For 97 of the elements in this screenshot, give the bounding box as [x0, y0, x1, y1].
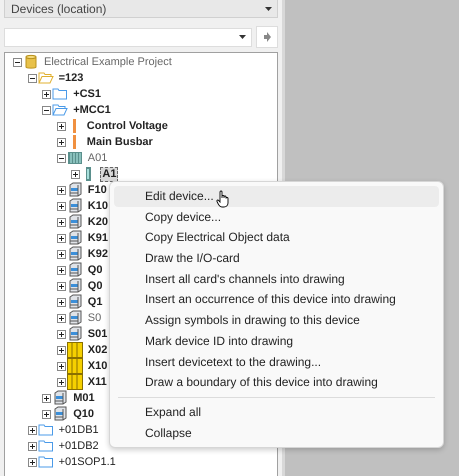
folder-icon	[38, 454, 54, 470]
device-icon	[66, 262, 83, 278]
terminal-icon	[66, 342, 83, 358]
tree-item[interactable]: Q1	[86, 294, 104, 310]
collapse-icon[interactable]	[42, 106, 52, 114]
tree-item[interactable]: K20	[86, 214, 110, 230]
expand-icon[interactable]	[56, 282, 66, 290]
device-icon	[66, 230, 83, 246]
search-field[interactable]	[4, 28, 252, 46]
expand-icon[interactable]	[56, 314, 66, 322]
device-icon	[66, 278, 83, 294]
expand-icon[interactable]	[71, 170, 80, 178]
device-icon	[66, 326, 83, 342]
arrow-right-icon	[264, 32, 270, 42]
expand-icon[interactable]	[42, 90, 52, 98]
tree-item[interactable]: X11	[86, 374, 109, 390]
menu-item[interactable]: Insert an occurrence of this device into drawing	[114, 289, 439, 310]
expand-icon[interactable]	[56, 298, 66, 306]
tree-item[interactable]: K91	[86, 230, 110, 246]
collapse-icon[interactable]	[13, 58, 22, 66]
expand-icon[interactable]	[56, 362, 66, 370]
caret-icon	[239, 35, 246, 39]
tree-item[interactable]: Electrical Example Project	[42, 54, 174, 70]
device-icon	[66, 214, 83, 230]
expand-icon[interactable]	[56, 266, 66, 274]
folder-icon	[38, 70, 54, 86]
folder-icon	[52, 86, 68, 102]
tree-item[interactable]: Q0	[86, 262, 104, 278]
device-icon	[52, 390, 68, 406]
tree-item[interactable]: F10	[86, 182, 109, 198]
folder-icon	[38, 438, 54, 454]
device-icon	[66, 198, 83, 214]
expand-icon[interactable]	[56, 378, 66, 386]
menu-item[interactable]: Mark device ID into drawing	[114, 330, 439, 352]
terminal-icon	[66, 374, 83, 390]
menu-item[interactable]: Copy Electrical Object data	[114, 227, 439, 248]
menu-item[interactable]: Draw a boundary of this device into drawing	[114, 372, 439, 393]
device-icon	[66, 182, 83, 198]
bar-icon	[72, 119, 76, 133]
expand-icon[interactable]	[56, 186, 66, 194]
tree-item[interactable]: +CS1	[71, 86, 104, 102]
device-icon	[66, 294, 83, 310]
expand-icon[interactable]	[56, 122, 66, 130]
device-icon	[52, 406, 68, 422]
go-button[interactable]	[256, 26, 278, 48]
menu-item[interactable]: Expand all	[114, 402, 439, 423]
tree-item[interactable]: X02	[86, 342, 110, 358]
tree-item[interactable]: Control Voltage	[84, 118, 170, 134]
expand-icon[interactable]	[28, 442, 37, 450]
tree-item[interactable]: Q10	[71, 406, 96, 422]
folder-icon	[52, 102, 68, 118]
menu-item[interactable]: Insert all card's channels into drawing	[114, 268, 439, 290]
device-icon	[66, 310, 83, 326]
expand-icon[interactable]	[56, 250, 66, 258]
database-icon	[23, 54, 39, 70]
tree-item[interactable]: S01	[86, 326, 110, 342]
expand-icon[interactable]	[56, 330, 66, 338]
tree-item[interactable]: Q0	[86, 278, 104, 294]
folder-icon	[38, 422, 54, 438]
expand-icon[interactable]	[56, 346, 66, 354]
tree-item[interactable]: +MCC1	[71, 102, 113, 118]
card-icon	[86, 167, 92, 181]
tree-item[interactable]: +01SOP1.1	[56, 454, 118, 470]
tree-item[interactable]: =123	[56, 70, 86, 86]
expand-icon[interactable]	[56, 138, 66, 146]
expand-icon[interactable]	[56, 234, 66, 242]
expand-icon[interactable]	[56, 218, 66, 226]
menu-item[interactable]: Draw the I/O-card	[114, 248, 439, 269]
menu-item[interactable]: Edit device...	[114, 186, 439, 207]
menu-item[interactable]: Insert devicetext to the drawing...	[114, 352, 439, 372]
bar-icon	[72, 135, 76, 149]
tree-item[interactable]: A1	[100, 166, 118, 182]
rack-icon	[66, 150, 83, 166]
hand-cursor-icon	[216, 190, 230, 208]
expand-icon[interactable]	[42, 394, 52, 402]
tree-item[interactable]: K10	[86, 198, 110, 214]
expand-icon[interactable]	[56, 202, 66, 210]
view-dropdown[interactable]: Devices (location)	[4, 0, 278, 18]
tree-item[interactable]: S0	[86, 310, 104, 326]
expand-icon[interactable]	[28, 458, 37, 466]
tree-item[interactable]: M01	[71, 390, 97, 406]
tree-item[interactable]: X10	[86, 358, 110, 374]
menu-item[interactable]: Assign symbols in drawing to this device	[114, 310, 439, 331]
menu-item[interactable]: Copy device...	[114, 206, 439, 228]
tree-item[interactable]: Main Busbar	[84, 134, 155, 150]
tree-item[interactable]: +01DB1	[56, 422, 101, 438]
tree-item[interactable]: +01DB2	[56, 438, 101, 454]
menu-item[interactable]: Collapse	[114, 422, 439, 444]
expand-icon[interactable]	[28, 426, 37, 434]
expand-icon[interactable]	[42, 410, 52, 418]
terminal-icon	[66, 358, 83, 374]
caret-icon	[265, 6, 272, 10]
tree-item[interactable]: K92	[86, 246, 110, 262]
collapse-icon[interactable]	[28, 74, 37, 82]
collapse-icon[interactable]	[56, 154, 66, 162]
tree-item[interactable]: A01	[86, 150, 110, 166]
device-icon	[66, 246, 83, 262]
